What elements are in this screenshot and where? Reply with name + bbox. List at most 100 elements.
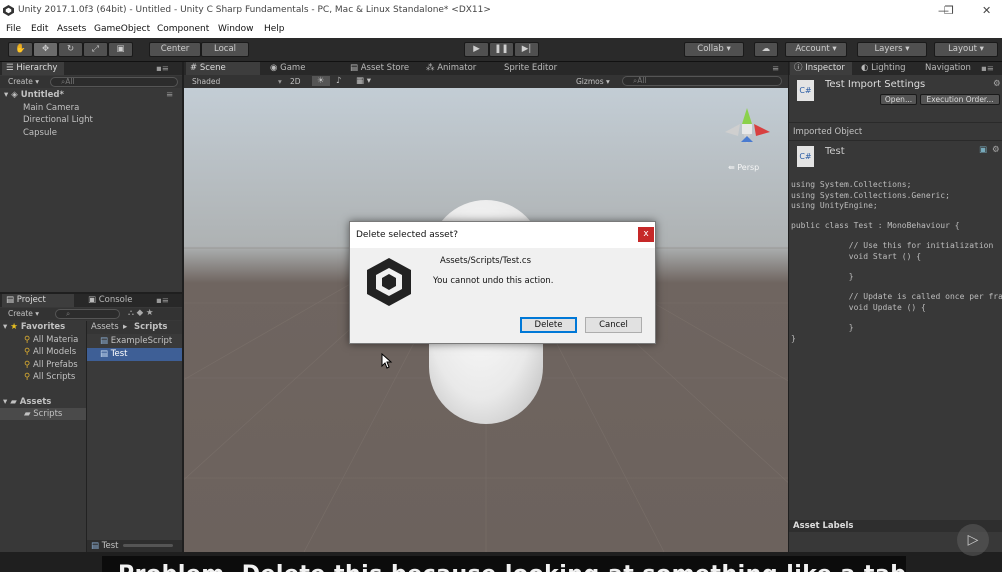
settings-gear-icon[interactable]: ⚙	[993, 79, 1001, 89]
tab-hierarchy[interactable]: ☰ Hierarchy	[2, 62, 64, 75]
csharp-file-icon: C#	[797, 146, 814, 167]
close-window-icon[interactable]: ✕	[982, 4, 991, 17]
cancel-button[interactable]: Cancel	[585, 317, 642, 333]
menu-bar: File Edit Assets GameObject Component Wi…	[0, 22, 1002, 38]
step-button[interactable]: ▶|	[514, 42, 539, 57]
unity-logo-icon	[3, 5, 14, 16]
tab-hierarchy-label: Hierarchy	[16, 63, 58, 73]
rotate-tool-button[interactable]: ↻	[58, 42, 83, 57]
search-icon: ⚲	[24, 372, 31, 382]
favorite-all-models[interactable]: ⚲ All Models	[24, 347, 76, 357]
assets-folder[interactable]: ▾ ▰ Assets	[3, 397, 51, 407]
breadcrumb-scripts[interactable]: Scripts	[134, 322, 167, 332]
tab-lighting[interactable]: ◐ Lighting	[857, 62, 917, 75]
file-example-script[interactable]: ▤ ExampleScript	[100, 336, 172, 346]
tab-animator[interactable]: ⁂ Animator	[422, 62, 492, 75]
open-button[interactable]: Open...	[880, 94, 917, 105]
tab-sprite-editor[interactable]: Sprite Editor	[500, 62, 570, 75]
favorites-header[interactable]: ▾ ★ Favorites	[3, 322, 65, 332]
menu-component[interactable]: Component	[157, 24, 209, 34]
menu-help[interactable]: Help	[264, 24, 285, 34]
file-test[interactable]: ▤ Test	[100, 349, 127, 359]
layers-dropdown[interactable]: Layers ▾	[857, 42, 927, 57]
lock-icon[interactable]: ▪≡	[156, 64, 169, 74]
space-label: Local	[213, 44, 237, 54]
persp-label[interactable]: ⇚ Persp	[728, 163, 759, 172]
assets-label: Assets	[19, 397, 52, 407]
gizmos-dropdown[interactable]: Gizmos ▾	[576, 77, 610, 86]
hierarchy-create-button[interactable]: Create ▾	[8, 77, 39, 86]
menu-window[interactable]: Window	[218, 24, 254, 34]
favorite-all-prefabs[interactable]: ⚲ All Prefabs	[24, 360, 78, 370]
icon-size-slider[interactable]	[123, 544, 173, 547]
project-lock-icon[interactable]: ▪≡	[156, 296, 169, 306]
maximize-icon[interactable]: ❐	[944, 4, 954, 17]
footer-label: Test	[101, 541, 119, 551]
hierarchy-search-placeholder: All	[65, 77, 75, 86]
scene-root-item[interactable]: ▾ ◈ Untitled*	[4, 90, 64, 100]
effects-toggle-icon[interactable]: ▦ ▾	[356, 76, 371, 86]
filter-icons[interactable]: ⛬ ◆ ★	[128, 308, 154, 318]
scene-search-input[interactable]: ⌕All	[622, 76, 782, 86]
scale-icon: ⤢	[92, 44, 99, 54]
cloud-icon: ☁	[761, 44, 771, 54]
favorite-all-materials[interactable]: ⚲ All Materia	[24, 335, 78, 345]
audio-toggle-icon[interactable]: ♪	[336, 76, 341, 86]
execution-order-button[interactable]: Execution Order...	[920, 94, 1000, 105]
favorite-all-scripts[interactable]: ⚲ All Scripts	[24, 372, 75, 382]
scene-menu-icon[interactable]: ≡	[772, 64, 779, 74]
move-tool-button[interactable]: ✥	[33, 42, 58, 57]
folder-icon: ▰	[10, 397, 17, 407]
inspector-tabbar: ⓘ Inspector ◐ Lighting Navigation ▪≡	[789, 62, 1002, 75]
tab-navigation[interactable]: Navigation	[921, 62, 983, 75]
dialog-close-button[interactable]: x	[638, 227, 654, 242]
orientation-gizmo[interactable]	[722, 100, 772, 152]
pause-button[interactable]: ❚❚	[489, 42, 514, 57]
tab-game-label: Game	[280, 63, 306, 73]
cloud-button[interactable]: ☁	[754, 42, 778, 57]
favorite-label: All Scripts	[32, 372, 76, 382]
tab-scene[interactable]: # Scene	[186, 62, 260, 75]
pivot-local-button[interactable]: Local	[201, 42, 249, 57]
2d-toggle[interactable]: 2D	[290, 77, 301, 86]
project-create-button[interactable]: Create ▾	[8, 309, 39, 318]
scene-menu-icon[interactable]: ≡	[166, 90, 173, 100]
tab-console[interactable]: ▣ Console	[84, 294, 144, 307]
hierarchy-item-directional-light[interactable]: Directional Light	[23, 115, 93, 125]
imported-object-header: Imported Object	[793, 127, 863, 137]
breadcrumb-assets[interactable]: Assets	[91, 322, 119, 332]
project-toolbar: Create ▾ ⌕ ⛬ ◆ ★	[0, 308, 182, 320]
account-dropdown[interactable]: Account ▾	[785, 42, 847, 57]
project-search-input[interactable]: ⌕	[55, 309, 120, 319]
search-icon: ⚲	[24, 347, 31, 357]
pivot-center-button[interactable]: Center	[149, 42, 201, 57]
lighting-toggle-icon[interactable]: ☀	[312, 76, 330, 86]
code-line: using System.Collections;	[791, 180, 912, 189]
tab-project[interactable]: ▤ Project	[2, 294, 74, 307]
menu-gameobject[interactable]: GameObject	[94, 24, 150, 34]
tab-asset-store[interactable]: ▤ Asset Store	[346, 62, 416, 75]
tab-inspector[interactable]: ⓘ Inspector	[790, 62, 852, 75]
menu-file[interactable]: File	[6, 24, 21, 34]
hand-tool-button[interactable]: ✋	[8, 42, 33, 57]
play-button[interactable]: ▶	[464, 42, 489, 57]
dialog-path: Assets/Scripts/Test.cs	[440, 256, 532, 266]
rect-tool-button[interactable]: ▣	[108, 42, 133, 57]
layout-dropdown[interactable]: Layout ▾	[934, 42, 998, 57]
scripts-folder[interactable]: ▰ Scripts	[24, 409, 62, 419]
video-play-icon[interactable]: ▷	[957, 524, 989, 556]
collab-button[interactable]: Collab ▾	[684, 42, 744, 57]
delete-button[interactable]: Delete	[520, 317, 577, 333]
project-tabbar: ▤ Project ▣ Console ▪≡	[0, 294, 182, 307]
inspector-lock-icon[interactable]: ▪≡	[981, 64, 994, 74]
tab-game[interactable]: ◉ Game	[266, 62, 326, 75]
object-gear-icon[interactable]: ⚙	[992, 145, 1000, 155]
help-icon[interactable]: ▣	[979, 145, 987, 155]
hierarchy-search-input[interactable]: ⌕All	[50, 77, 178, 87]
scale-tool-button[interactable]: ⤢	[83, 42, 108, 57]
shading-mode-dropdown[interactable]: Shaded	[192, 77, 220, 86]
menu-assets[interactable]: Assets	[57, 24, 86, 34]
hierarchy-item-main-camera[interactable]: Main Camera	[23, 103, 79, 113]
menu-edit[interactable]: Edit	[31, 24, 48, 34]
hierarchy-item-capsule[interactable]: Capsule	[23, 128, 57, 138]
